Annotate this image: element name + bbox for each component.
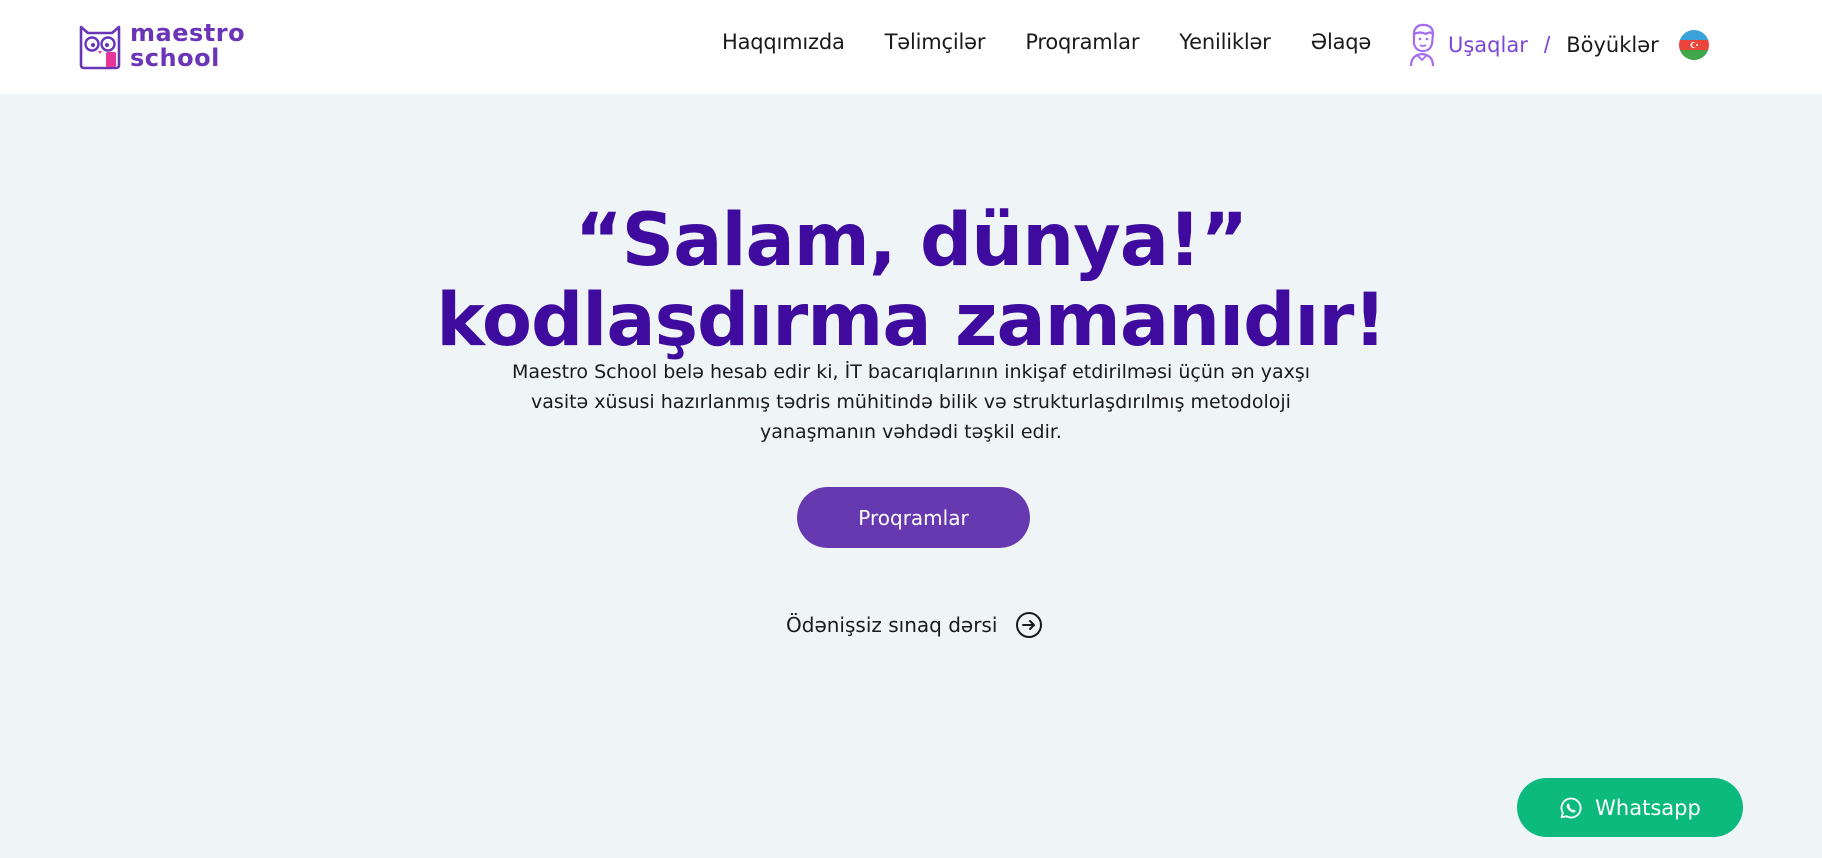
audience-separator: /	[1543, 31, 1551, 58]
programs-button[interactable]: Proqramlar	[797, 487, 1030, 548]
kid-icon	[1409, 23, 1435, 67]
nav-item-contact[interactable]: Əlaqə	[1311, 30, 1372, 54]
nav-item-about[interactable]: Haqqımızda	[722, 30, 845, 54]
whatsapp-button[interactable]: Whatsapp	[1517, 778, 1743, 837]
nav-item-programs[interactable]: Proqramlar	[1025, 30, 1139, 54]
hero-title-line2: kodlaşdırma zamanıdır!	[436, 277, 1386, 363]
owl-logo-icon	[79, 25, 121, 70]
whatsapp-label: Whatsapp	[1595, 795, 1701, 820]
nav-item-trainers[interactable]: Təlimçilər	[885, 30, 986, 54]
free-trial-label: Ödənişsiz sınaq dərsi	[786, 613, 998, 637]
brand-logo[interactable]: maestro school	[78, 18, 245, 74]
brand-line2: school	[130, 44, 220, 72]
azerbaijan-flag-icon	[1679, 30, 1709, 60]
brand-wordmark: maestro school	[130, 21, 245, 71]
language-flag-button[interactable]	[1679, 30, 1709, 60]
brand-line1: maestro	[130, 19, 246, 47]
nav-item-news[interactable]: Yeniliklər	[1179, 30, 1271, 54]
arrow-right-circle-icon	[1016, 612, 1043, 638]
audience-switch: Uşaqlar / Böyüklər	[1406, 22, 1659, 68]
hero-title: “Salam, dünya!” kodlaşdırma zamanıdır!	[0, 197, 1822, 363]
hero-title-line1: “Salam, dünya!”	[574, 197, 1249, 283]
main-nav: Haqqımızda Təlimçilər Proqramlar Yenilik…	[722, 30, 1371, 54]
hero-subtitle: Maestro School belə hesab edir ki, İT ba…	[511, 361, 1311, 443]
free-trial-link[interactable]: Ödənişsiz sınaq dərsi	[786, 610, 1043, 640]
site-header: maestro school Haqqımızda Təlimçilər Pro…	[0, 0, 1822, 94]
whatsapp-icon	[1560, 797, 1582, 818]
audience-adults-link[interactable]: Böyüklər	[1566, 33, 1659, 57]
audience-kids-link[interactable]: Uşaqlar	[1448, 33, 1528, 57]
